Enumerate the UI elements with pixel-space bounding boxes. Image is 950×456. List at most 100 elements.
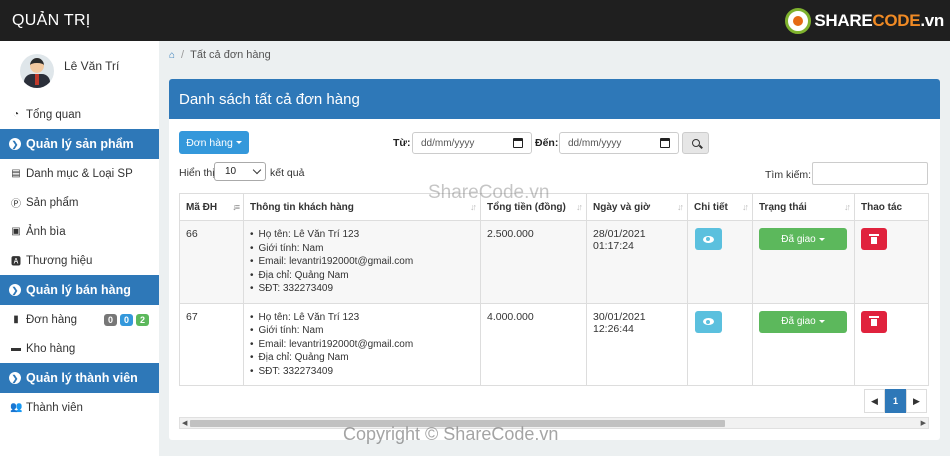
orders-panel: Danh sách tất cả đơn hàng Đơn hàng Từ: d…: [169, 79, 940, 440]
sidebar-item-label: Thành viên: [26, 401, 83, 414]
sidebar-item-label: Danh mục & Loại SP: [26, 167, 133, 180]
sidebar-item-products[interactable]: Ⓟ Sản phẩm: [0, 188, 159, 217]
sidebar-item-brands[interactable]: 🅰 Thương hiệu: [0, 246, 159, 275]
sidebar-item-overview[interactable]: ◔ Tổng quan: [0, 100, 159, 129]
top-navbar: QUẢN TRỊ SHARECODE.vn: [0, 0, 950, 41]
eye-icon: [703, 318, 714, 325]
scroll-left-icon[interactable]: ◀: [182, 419, 187, 427]
show-label: Hiển thị: [179, 167, 215, 179]
chevron-circle-right-icon: ❯: [9, 372, 21, 384]
status-dropdown-button[interactable]: Đã giao: [759, 228, 847, 250]
home-icon[interactable]: ⌂: [169, 50, 175, 61]
column-header-status[interactable]: Trạng thái ↓↑: [752, 193, 855, 221]
customer-address: Địa chỉ: Quảng Nam: [250, 269, 474, 283]
app-title[interactable]: QUẢN TRỊ: [0, 12, 91, 30]
sidebar-section-members[interactable]: ❯ Quản lý thành viên: [0, 363, 159, 393]
product-hunt-icon: Ⓟ: [11, 199, 21, 210]
to-label: Đến:: [535, 137, 559, 149]
column-header-datetime[interactable]: Ngày và giờ ↓↑: [586, 193, 688, 221]
sidebar-item-label: Sản phẩm: [26, 196, 79, 209]
sidebar-item-members[interactable]: 👥 Thành viên: [0, 393, 159, 422]
from-date-input[interactable]: dd/mm/yyyy: [412, 132, 532, 154]
actions-cell: [854, 220, 929, 304]
badge-delivered: 2: [135, 313, 149, 326]
sidebar: Lê Văn Trí ◔ Tổng quan ❯ Quản lý sản phẩ…: [0, 41, 159, 456]
breadcrumb-current: Tất cả đơn hàng: [190, 49, 271, 61]
calendar-icon[interactable]: [660, 138, 670, 148]
font-icon: 🅰: [11, 257, 21, 268]
results-label: kết quả: [270, 167, 305, 179]
delete-button[interactable]: [861, 310, 887, 333]
delete-button[interactable]: [861, 228, 887, 250]
sort-icon: ↓↑: [677, 202, 684, 212]
orders-table: Mã ĐH ↓≡ Thông tin khách hàng ↓↑ Tổng tiền…: [179, 193, 929, 386]
customer-info: Họ tên: Lê Văn Trí 123 Giới tính: Nam Em…: [243, 302, 481, 386]
order-id: 66: [179, 220, 244, 304]
next-page-button[interactable]: ▶: [906, 389, 927, 413]
view-detail-button[interactable]: [695, 310, 722, 333]
panel-title: Danh sách tất cả đơn hàng: [169, 79, 940, 119]
file-icon: ▮: [13, 314, 19, 325]
customer-name: Họ tên: Lê Văn Trí 123: [250, 228, 474, 242]
dashboard-icon: ◔: [12, 109, 20, 120]
scroll-right-icon[interactable]: ▶: [921, 419, 926, 427]
sidebar-item-label: Tổng quan: [26, 108, 81, 121]
sort-icon: ↓↑: [844, 202, 851, 212]
customer-address: Địa chỉ: Quảng Nam: [250, 351, 474, 365]
chevron-circle-right-icon: ❯: [9, 284, 21, 296]
detail-cell: [687, 220, 753, 304]
sidebar-section-sales[interactable]: ❯ Quản lý bán hàng: [0, 275, 159, 305]
sidebar-item-label: Thương hiệu: [26, 254, 93, 267]
previous-page-button[interactable]: ◀: [864, 389, 885, 413]
table-row: 67 Họ tên: Lê Văn Trí 123 Giới tính: Nam…: [179, 302, 929, 386]
chevron-circle-right-icon: ❯: [9, 138, 21, 150]
status-dropdown-button[interactable]: Đã giao: [759, 310, 847, 333]
table-search-input[interactable]: [812, 162, 928, 185]
page-button[interactable]: 1: [885, 389, 906, 413]
calendar-icon[interactable]: [513, 138, 523, 148]
status-cell: Đã giao: [752, 302, 855, 386]
order-id: 67: [179, 302, 244, 386]
logo-text: SHARECODE.vn: [814, 11, 944, 30]
order-datetime: 28/01/2021 01:17:24: [586, 220, 688, 304]
view-detail-button[interactable]: [695, 228, 722, 250]
order-datetime: 30/01/2021 12:26:44: [586, 302, 688, 386]
actions-cell: [854, 302, 929, 386]
column-header-detail[interactable]: Chi tiết ↓↑: [687, 193, 753, 221]
page-length-select[interactable]: 10: [214, 162, 266, 181]
search-label: Tìm kiếm:: [765, 169, 812, 181]
sidebar-item-categories[interactable]: ▤ Danh mục & Loại SP: [0, 159, 159, 188]
order-total: 4.000.000: [480, 302, 587, 386]
watermark-copyright: Copyright © ShareCode.vn: [343, 424, 559, 444]
column-header-actions[interactable]: Thao tác: [854, 193, 929, 221]
customer-phone: SĐT: 332273409: [250, 282, 474, 296]
breadcrumb: ⌂ / Tất cả đơn hàng: [159, 41, 950, 69]
sort-icon: ↓↑: [742, 202, 749, 212]
to-date-input[interactable]: dd/mm/yyyy: [559, 132, 679, 154]
order-filter-button[interactable]: Đơn hàng: [179, 131, 249, 154]
status-cell: Đã giao: [752, 220, 855, 304]
sidebar-item-orders[interactable]: ▮ Đơn hàng 0 0 2: [0, 305, 159, 334]
user-name: Lê Văn Trí: [64, 58, 120, 73]
sidebar-item-warehouse[interactable]: ▬ Kho hàng: [0, 334, 159, 363]
user-panel: Lê Văn Trí: [0, 41, 159, 100]
sidebar-item-covers[interactable]: ▣ Ảnh bìa: [0, 217, 159, 246]
sidebar-section-products[interactable]: ❯ Quản lý sản phẩm: [0, 129, 159, 159]
archive-icon: ▬: [11, 343, 21, 354]
eye-icon: [703, 235, 714, 243]
image-icon: ▣: [11, 226, 21, 237]
customer-email: Email: levantri192000t@gmail.com: [250, 338, 474, 352]
customer-phone: SĐT: 332273409: [250, 365, 474, 379]
date-search-button[interactable]: [682, 132, 709, 154]
customer-name: Họ tên: Lê Văn Trí 123: [250, 311, 474, 325]
breadcrumb-separator: /: [181, 49, 185, 61]
customer-info: Họ tên: Lê Văn Trí 123 Giới tính: Nam Em…: [243, 220, 481, 304]
badge-pending: 0: [103, 313, 117, 326]
column-header-id[interactable]: Mã ĐH ↓≡: [179, 193, 244, 221]
pagination: ◀ 1 ▶: [864, 389, 927, 413]
from-label: Từ:: [393, 137, 411, 149]
trash-icon: [869, 233, 879, 244]
watermark-center: ShareCode.vn: [428, 182, 550, 203]
sharecode-logo: SHARECODE.vn: [785, 8, 944, 34]
sort-icon: ↓↑: [576, 202, 583, 212]
